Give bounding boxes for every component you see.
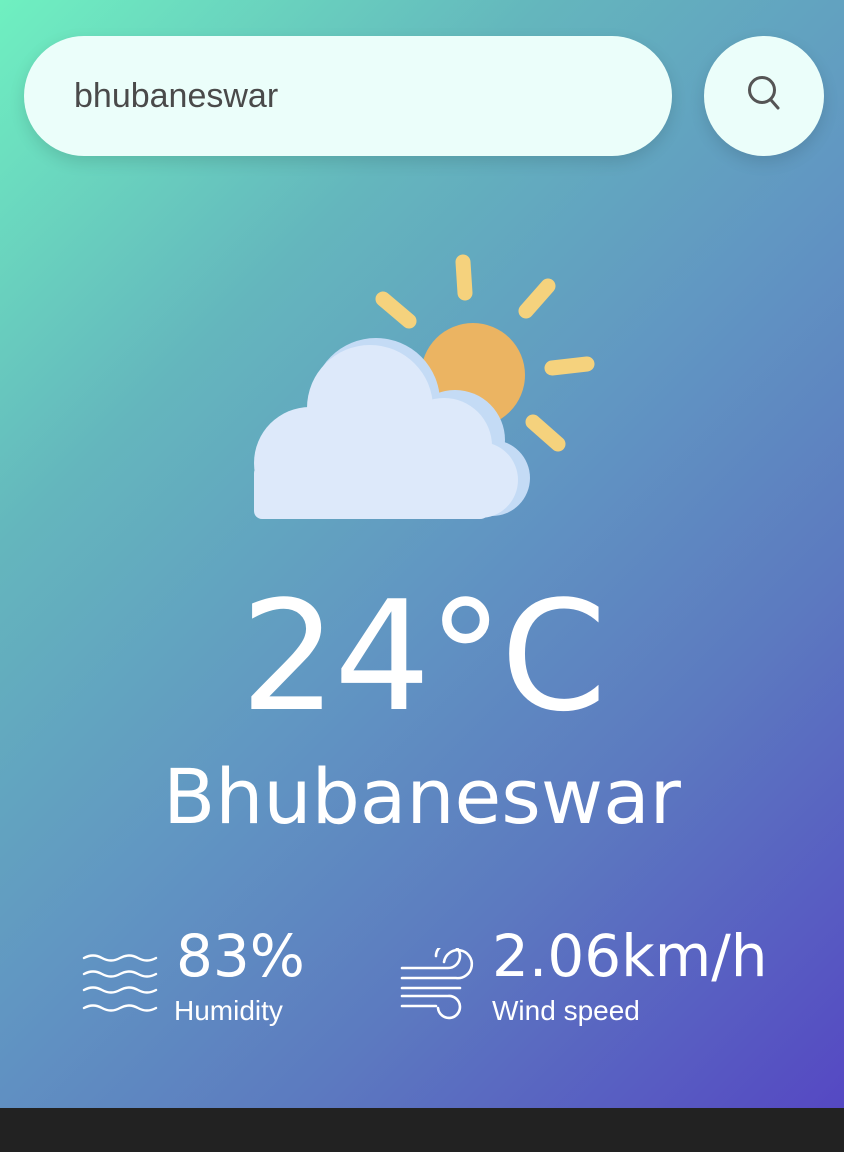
search-box[interactable]	[24, 36, 672, 156]
wind-value: 2.06km/h	[492, 922, 768, 990]
humidity-waves-icon	[82, 950, 158, 1022]
humidity-label: Humidity	[174, 995, 283, 1026]
wind-icon	[400, 942, 474, 1026]
humidity-value: 83%	[176, 922, 305, 990]
weather-card: 24°C Bhubaneswar 83% Humidity 2.06km/h W…	[0, 0, 844, 1108]
search-button[interactable]	[704, 36, 824, 156]
bottom-bar	[0, 1108, 844, 1152]
search-input[interactable]	[74, 36, 634, 156]
search-icon	[746, 74, 782, 118]
wind-label: Wind speed	[492, 995, 640, 1026]
temperature-value: 24°C	[240, 568, 607, 745]
city-name: Bhubaneswar	[163, 752, 681, 841]
partly-cloudy-icon	[250, 250, 600, 525]
